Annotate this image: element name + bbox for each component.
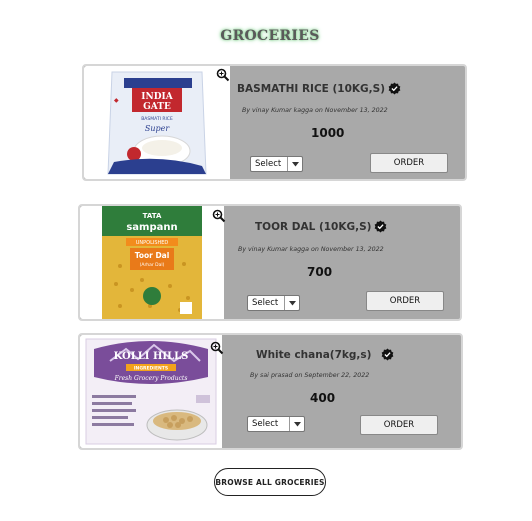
select-value: Select: [252, 419, 279, 429]
svg-text:INGREDIENTS: INGREDIENTS: [134, 366, 168, 372]
order-button[interactable]: ORDER: [360, 415, 438, 435]
zoom-icon[interactable]: [216, 68, 230, 82]
chevron-down-icon: [287, 157, 302, 171]
product-name-text[interactable]: BASMATHI RICE (10KG,S): [237, 83, 385, 95]
product-price: 700: [307, 265, 333, 279]
quantity-select[interactable]: Select: [247, 295, 300, 311]
product-byline: By vinay Kumar kagga on November 13, 202…: [242, 107, 388, 114]
product-name[interactable]: BASMATHI RICE (10KG,S): [237, 82, 401, 95]
svg-text:TATA: TATA: [143, 212, 162, 220]
product-card-basmathi-rice: INDIA GATE BASMATI RICE Super ◆ BASMATHI…: [82, 64, 467, 181]
zoom-icon[interactable]: [212, 209, 226, 223]
quantity-select[interactable]: Select: [247, 416, 305, 432]
order-button[interactable]: ORDER: [370, 153, 448, 173]
product-image[interactable]: TATA sampann UNPOLISHED Toor Dal (Arhar …: [80, 206, 224, 319]
product-byline: By sai prasad on September 22, 2022: [250, 372, 370, 379]
order-button[interactable]: ORDER: [366, 291, 444, 311]
verified-badge-icon: [382, 348, 394, 361]
browse-all-groceries-button[interactable]: BROWSE ALL GROCERIES: [214, 468, 326, 496]
product-price: 1000: [311, 126, 345, 140]
svg-text:Super: Super: [145, 124, 170, 133]
chevron-down-icon: [289, 417, 304, 431]
product-name[interactable]: TOOR DAL (10KG,S): [255, 220, 387, 233]
product-name-text[interactable]: TOOR DAL (10KG,S): [255, 221, 371, 233]
svg-text:◆: ◆: [114, 97, 119, 104]
chevron-down-icon: [284, 296, 299, 310]
svg-text:Toor Dal: Toor Dal: [135, 251, 170, 260]
svg-text:Fresh Grocery Products: Fresh Grocery Products: [114, 375, 188, 382]
svg-text:(Arhar Dal): (Arhar Dal): [140, 262, 165, 268]
product-card-toor-dal: TATA sampann UNPOLISHED Toor Dal (Arhar …: [78, 204, 462, 321]
product-price: 400: [310, 391, 336, 405]
svg-text:BASMATI RICE: BASMATI RICE: [141, 116, 173, 122]
svg-text:GATE: GATE: [143, 102, 171, 112]
svg-text:sampann: sampann: [126, 222, 177, 233]
select-value: Select: [255, 159, 282, 169]
product-name-text[interactable]: White chana(7kg,s): [256, 349, 371, 361]
svg-text:KOLLI HILLS: KOLLI HILLS: [114, 351, 189, 362]
product-image[interactable]: KOLLI HILLS INGREDIENTS Fresh Grocery Pr…: [80, 335, 222, 448]
svg-text:UNPOLISHED: UNPOLISHED: [136, 240, 169, 246]
quantity-select[interactable]: Select: [250, 156, 303, 172]
rice-bag-image: INDIA GATE BASMATI RICE Super ◆: [84, 66, 230, 179]
product-image[interactable]: INDIA GATE BASMATI RICE Super ◆: [84, 66, 230, 179]
chana-pack-image: KOLLI HILLS INGREDIENTS Fresh Grocery Pr…: [80, 335, 222, 448]
toor-dal-pack-image: TATA sampann UNPOLISHED Toor Dal (Arhar …: [80, 206, 224, 319]
select-value: Select: [252, 298, 279, 308]
product-card-white-chana: KOLLI HILLS INGREDIENTS Fresh Grocery Pr…: [78, 333, 463, 450]
verified-badge-icon: [388, 82, 401, 95]
verified-badge-icon: [375, 220, 387, 233]
section-title: GROCERIES: [220, 28, 320, 44]
product-name[interactable]: White chana(7kg,s): [256, 348, 394, 361]
svg-text:INDIA: INDIA: [141, 92, 173, 102]
zoom-icon[interactable]: [210, 341, 224, 355]
product-byline: By vinay Kumar kagga on November 13, 202…: [238, 246, 384, 253]
